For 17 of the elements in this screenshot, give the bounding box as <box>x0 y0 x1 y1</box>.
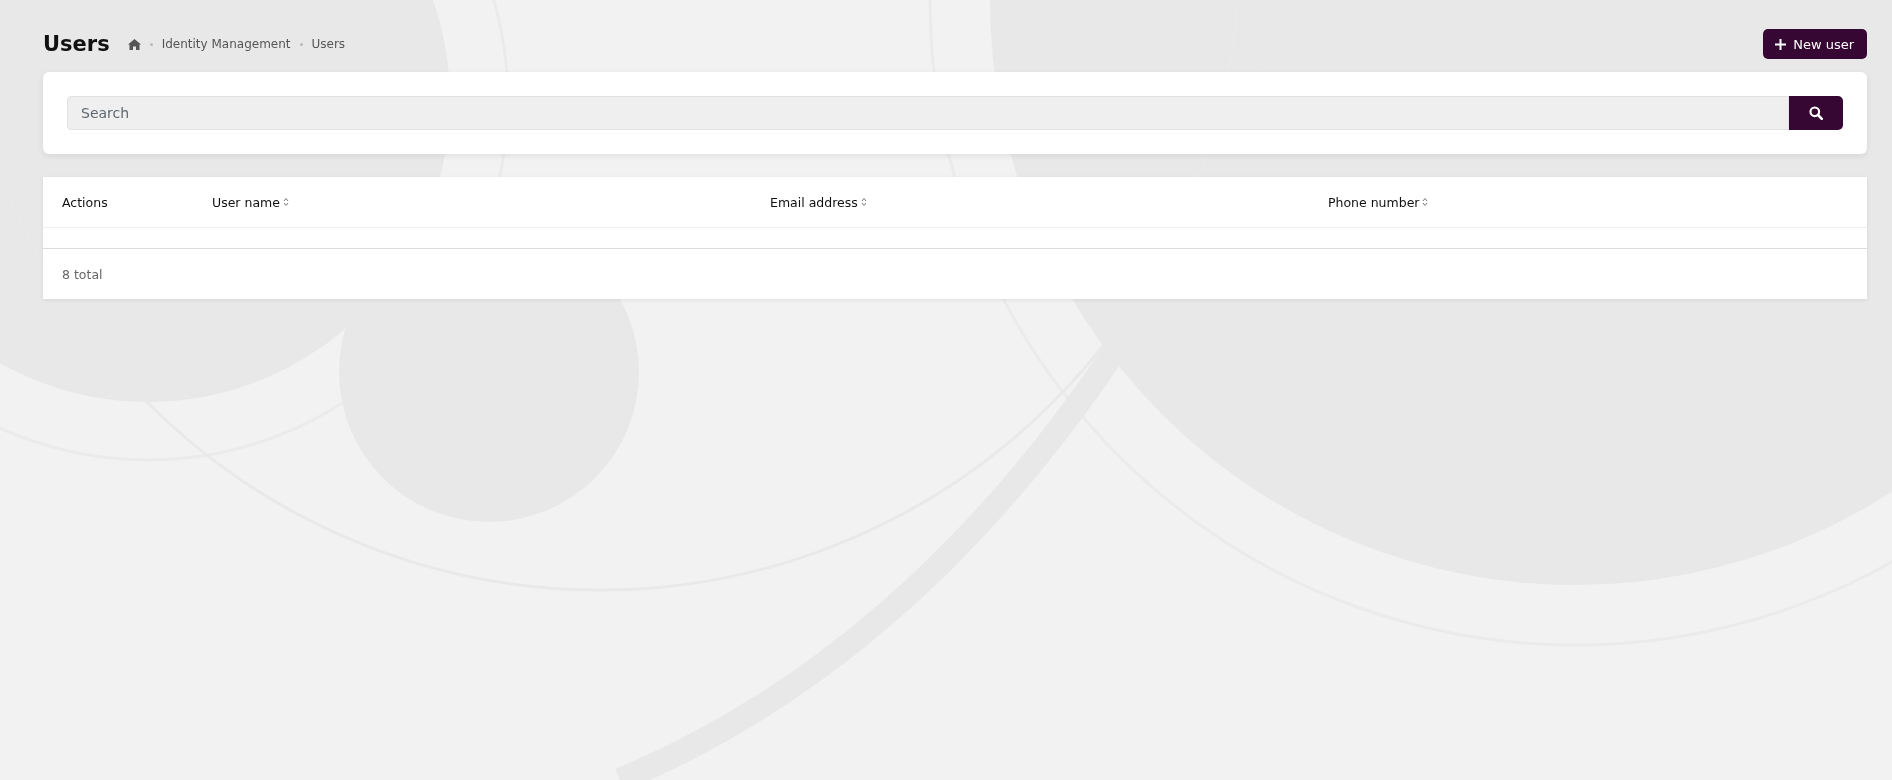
column-header[interactable]: User name <box>212 194 770 210</box>
column-header: Actions <box>62 194 109 210</box>
new-user-button[interactable]: New user <box>1763 29 1867 59</box>
breadcrumb-item[interactable]: Identity Management <box>161 37 291 51</box>
sort-icon <box>282 197 289 207</box>
home-icon[interactable] <box>127 38 141 50</box>
sort-icon <box>1422 197 1429 207</box>
search-button[interactable] <box>1789 96 1843 130</box>
column-header[interactable]: Email address <box>770 194 1328 210</box>
search-icon <box>1809 106 1823 120</box>
breadcrumb-item[interactable]: Users <box>311 37 346 51</box>
plus-icon <box>1775 38 1787 50</box>
total-count: 8 total <box>62 266 103 282</box>
page-title: Users <box>43 32 110 56</box>
sort-icon <box>860 197 867 207</box>
search-field[interactable]: Search <box>67 96 1789 130</box>
column-header[interactable]: Phone number <box>1328 194 1867 210</box>
